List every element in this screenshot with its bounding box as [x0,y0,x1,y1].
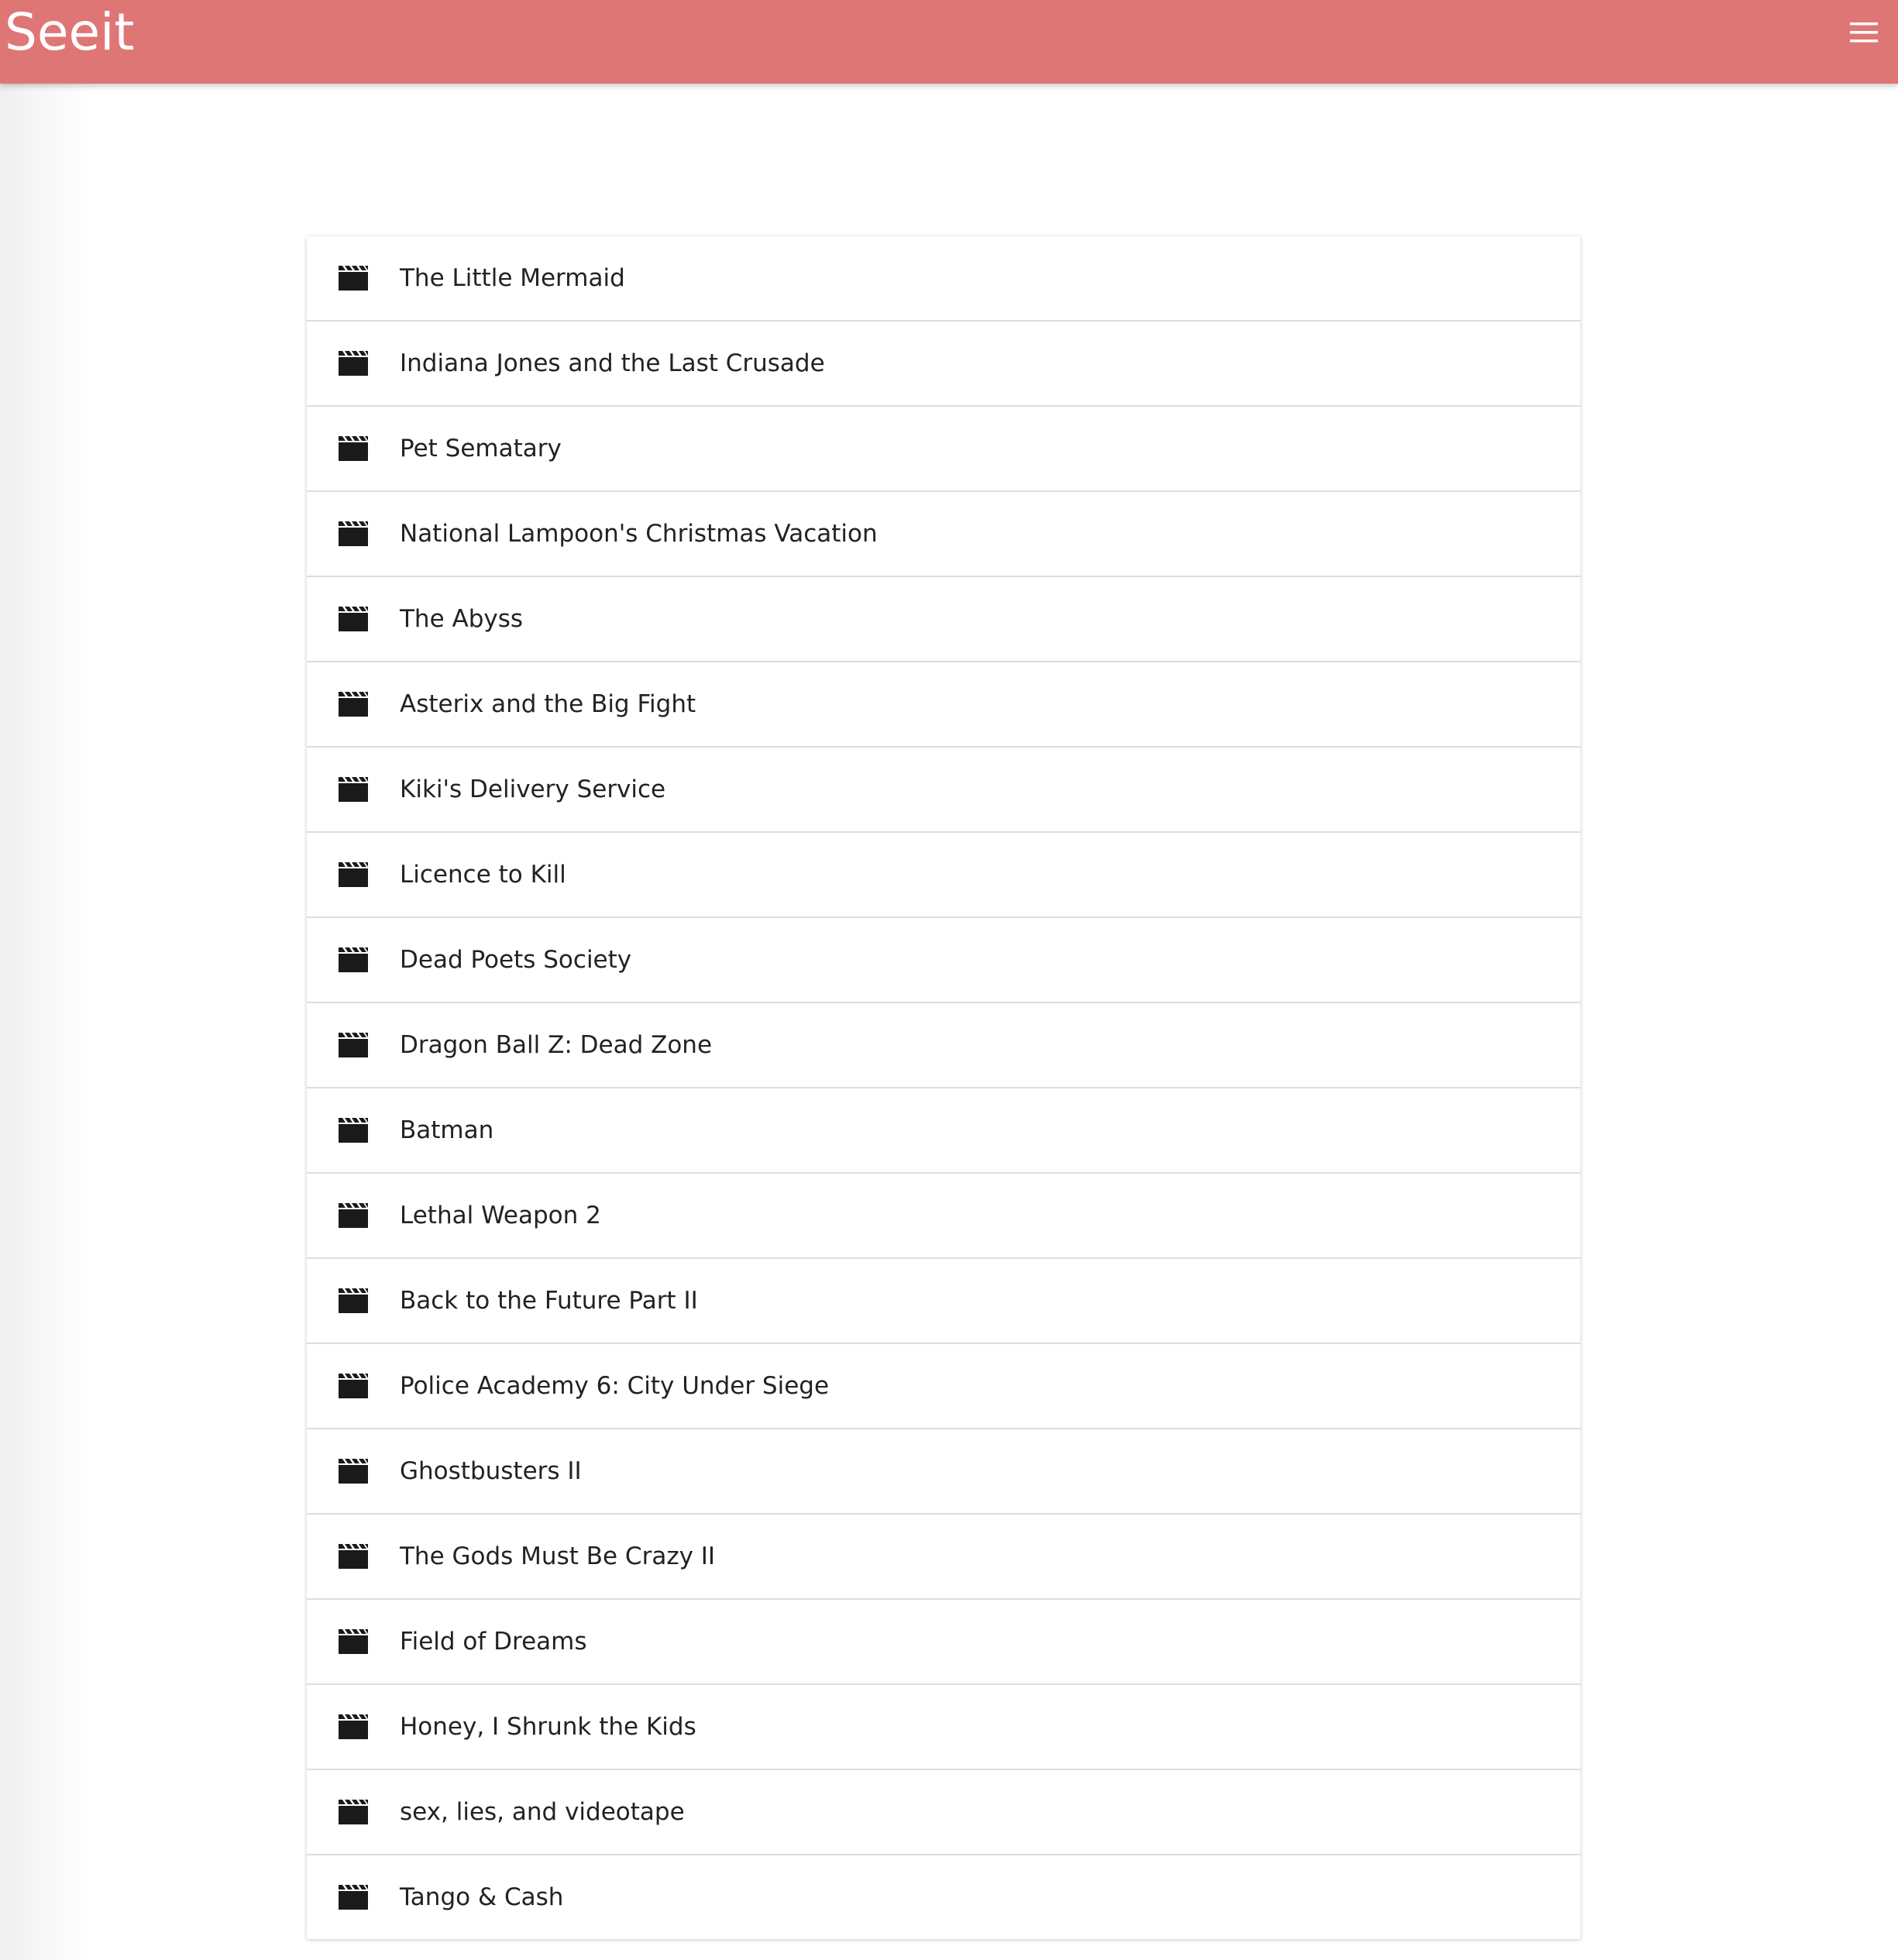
movie-list-item[interactable]: Back to the Future Part II [307,1259,1580,1344]
clapperboard-icon [338,435,369,462]
clapperboard-icon [338,265,369,291]
clapperboard-icon [338,1117,369,1143]
clapperboard-icon [338,1884,369,1910]
movie-list-item[interactable]: Dead Poets Society [307,918,1580,1003]
movie-title: Back to the Future Part II [400,1287,698,1315]
movie-title: Licence to Kill [400,861,566,889]
movie-title: The Gods Must Be Crazy II [400,1542,716,1570]
movie-title: Field of Dreams [400,1628,587,1656]
app-header: Seeit [0,0,1898,84]
page-side-shade [0,84,93,1960]
movie-list-item[interactable]: sex, lies, and videotape [307,1770,1580,1855]
movie-list-item[interactable]: Tango & Cash [307,1855,1580,1939]
movie-title: Police Academy 6: City Under Siege [400,1372,830,1400]
hamburger-menu-icon[interactable] [1848,20,1879,45]
movie-list-item[interactable]: The Abyss [307,577,1580,662]
movie-list-item[interactable]: The Gods Must Be Crazy II [307,1515,1580,1600]
brand-logo[interactable]: Seeit [5,2,134,64]
movie-list-item[interactable]: Indiana Jones and the Last Crusade [307,322,1580,407]
movie-list-item[interactable]: National Lampoon's Christmas Vacation [307,492,1580,577]
movie-title: Asterix and the Big Fight [400,690,696,718]
movie-title: Honey, I Shrunk the Kids [400,1713,696,1741]
movie-list-item[interactable]: Licence to Kill [307,833,1580,918]
movie-list-item[interactable]: The Little Mermaid [307,236,1580,322]
clapperboard-icon [338,606,369,632]
movie-title: Dragon Ball Z: Dead Zone [400,1031,713,1059]
movie-title: Indiana Jones and the Last Crusade [400,349,825,377]
movie-title: Tango & Cash [400,1883,564,1911]
clapperboard-icon [338,691,369,717]
clapperboard-icon [338,1202,369,1229]
clapperboard-icon [338,1799,369,1825]
movie-list-item[interactable]: Asterix and the Big Fight [307,662,1580,748]
movie-title: The Little Mermaid [400,264,625,292]
movie-list: The Little Mermaid Indiana Jones and the… [307,236,1580,1939]
movie-list-item[interactable]: Ghostbusters II [307,1429,1580,1515]
movie-title: Kiki's Delivery Service [400,775,666,803]
movie-list-item[interactable]: Batman [307,1088,1580,1174]
movie-list-item[interactable]: Honey, I Shrunk the Kids [307,1685,1580,1770]
clapperboard-icon [338,1373,369,1399]
clapperboard-icon [338,776,369,803]
clapperboard-icon [338,1543,369,1570]
movie-title: National Lampoon's Christmas Vacation [400,520,878,548]
movie-list-item[interactable]: Pet Sematary [307,407,1580,492]
movie-title: Dead Poets Society [400,946,632,974]
clapperboard-icon [338,861,369,888]
clapperboard-icon [338,1714,369,1740]
movie-title: The Abyss [400,605,524,633]
movie-title: Ghostbusters II [400,1457,582,1485]
clapperboard-icon [338,1458,369,1484]
movie-list-item[interactable]: Police Academy 6: City Under Siege [307,1344,1580,1429]
movie-list-item[interactable]: Dragon Ball Z: Dead Zone [307,1003,1580,1088]
movie-list-item[interactable]: Lethal Weapon 2 [307,1174,1580,1259]
movie-list-item[interactable]: Field of Dreams [307,1600,1580,1685]
clapperboard-icon [338,1288,369,1314]
movie-list-item[interactable]: Kiki's Delivery Service [307,748,1580,833]
movie-title: Lethal Weapon 2 [400,1202,601,1229]
movie-title: Pet Sematary [400,435,562,462]
clapperboard-icon [338,1628,369,1655]
clapperboard-icon [338,521,369,547]
clapperboard-icon [338,350,369,377]
clapperboard-icon [338,947,369,973]
movie-title: Batman [400,1116,494,1144]
clapperboard-icon [338,1032,369,1058]
movie-title: sex, lies, and videotape [400,1798,685,1826]
